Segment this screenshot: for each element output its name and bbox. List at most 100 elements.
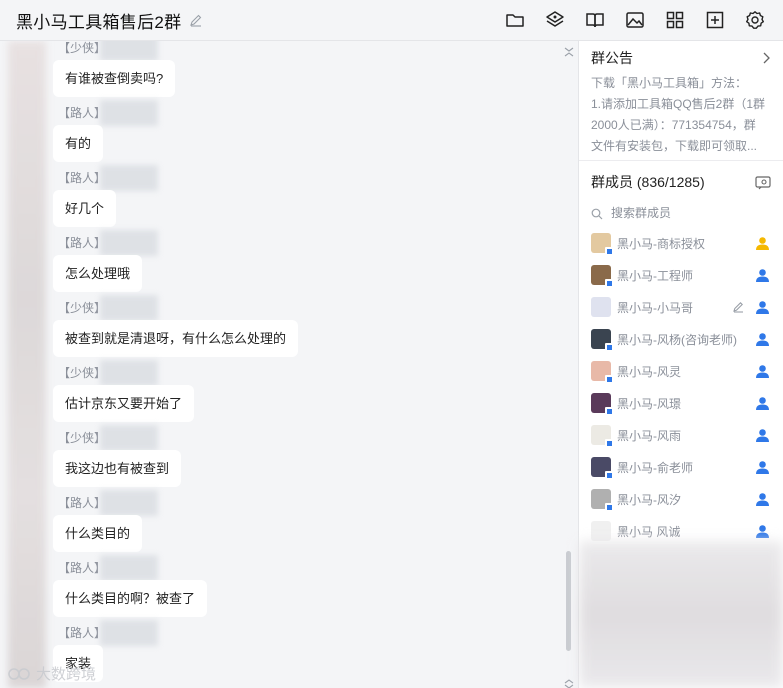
avatar <box>591 265 613 287</box>
sender-name: 【少侠】 <box>58 431 107 445</box>
search-input[interactable] <box>611 206 761 220</box>
admin-icon <box>756 397 769 410</box>
device-badge-icon <box>605 279 613 287</box>
member-search <box>579 199 783 227</box>
folder-icon[interactable] <box>505 10 525 30</box>
member-name: 黑小马-小马哥 <box>617 300 693 315</box>
message-bubble[interactable]: 什么类目的 <box>53 515 143 552</box>
device-badge-icon <box>605 343 613 351</box>
sidebar: 群公告 下载「黑小马工具箱」方法： 1.请添加工具箱QQ售后2群（1群 2000… <box>578 41 783 688</box>
chat-scrollbar[interactable] <box>566 551 571 651</box>
sender-name: 【路人】 <box>58 236 107 250</box>
message-bubble[interactable]: 什么类目的啊？被查了 <box>53 580 208 617</box>
redacted-name <box>100 490 158 516</box>
sender-name: 【路人】 <box>58 561 107 575</box>
group-title: 黑小马工具箱售后2群 <box>16 12 182 32</box>
toolbar <box>505 10 765 30</box>
collapse-icon[interactable] <box>563 44 575 57</box>
redacted-name <box>100 230 158 256</box>
add-icon[interactable] <box>705 10 725 30</box>
member-row[interactable]: 黑小马-商标授权 <box>579 227 783 259</box>
member-name: 黑小马-风杨(咨询老师) <box>617 332 737 347</box>
message: 【少侠】 被查到就是清退呀，有什么怎么处理的 <box>0 295 560 366</box>
notice-title: 群公告 <box>591 50 633 66</box>
message-bubble[interactable]: 怎么处理哦 <box>53 255 143 292</box>
edit-title-icon[interactable] <box>189 13 203 27</box>
members-header: 群成员 (836/1285) <box>579 165 783 199</box>
settings-icon[interactable] <box>745 10 765 30</box>
avatar <box>591 425 613 447</box>
watermark: 大数跨境 <box>8 663 96 684</box>
notice-line: 1.请添加工具箱QQ售后2群（1群 <box>591 97 766 111</box>
message: 【路人】 好几个 <box>0 165 560 236</box>
message-bubble[interactable]: 有的 <box>53 125 104 162</box>
member-name: 黑小马-风灵 <box>617 364 681 379</box>
apps-icon[interactable] <box>665 10 685 30</box>
member-row[interactable]: 黑小马-风璟 <box>579 387 783 419</box>
message-bubble[interactable]: 我这边也有被查到 <box>53 450 182 487</box>
admin-icon <box>756 461 769 474</box>
sender-name: 【路人】 <box>58 496 107 510</box>
member-name: 黑小马-俞老师 <box>617 460 693 475</box>
avatar <box>591 393 613 415</box>
group-notice[interactable]: 群公告 下载「黑小马工具箱」方法： 1.请添加工具箱QQ售后2群（1群 2000… <box>579 41 783 161</box>
admin-icon <box>756 493 769 506</box>
sender-name: 【少侠】 <box>58 301 107 315</box>
edit-icon[interactable] <box>732 300 745 313</box>
member-manage-icon[interactable] <box>755 176 771 190</box>
sender-name: 【路人】 <box>58 626 107 640</box>
members-title: 群成员 (836/1285) <box>591 174 705 190</box>
message-bubble[interactable]: 有谁被查倒卖吗? <box>53 60 176 97</box>
chevron-right-icon[interactable] <box>761 51 771 64</box>
share-icon[interactable] <box>545 10 565 30</box>
avatar <box>591 297 611 317</box>
message: 【路人】 怎么处理哦 <box>0 230 560 301</box>
avatar <box>591 361 613 383</box>
notice-line: 下载「黑小马工具箱」方法： <box>591 76 748 90</box>
book-icon[interactable] <box>585 10 605 30</box>
member-name: 黑小马-风璟 <box>617 396 681 411</box>
member-row[interactable]: 黑小马-风汐 <box>579 483 783 515</box>
member-name: 黑小马-商标授权 <box>617 236 705 251</box>
redacted-name <box>100 100 158 126</box>
message-bubble[interactable]: 被查到就是清退呀，有什么怎么处理的 <box>53 320 299 357</box>
expand-icon[interactable] <box>563 676 575 688</box>
admin-icon <box>756 365 769 378</box>
redacted-name <box>100 425 158 451</box>
avatar <box>591 489 613 511</box>
sender-name: 【路人】 <box>58 106 107 120</box>
admin-icon <box>756 333 769 346</box>
device-badge-icon <box>605 407 613 415</box>
message: 【少侠】 我这边也有被查到 <box>0 425 560 496</box>
device-badge-icon <box>605 375 613 383</box>
message: 【少侠】 估计京东又要开始了 <box>0 360 560 431</box>
admin-icon <box>756 525 769 538</box>
member-row[interactable]: 黑小马-小马哥 <box>579 291 783 323</box>
member-row[interactable]: 黑小马-风雨 <box>579 419 783 451</box>
member-row[interactable]: 黑小马-风杨(咨询老师) <box>579 323 783 355</box>
message-bubble[interactable]: 好几个 <box>53 190 117 227</box>
message: 【少侠】 有谁被查倒卖吗? <box>0 41 560 106</box>
watermark-logo-icon <box>8 667 30 680</box>
member-name: 黑小马-工程师 <box>617 268 693 283</box>
device-badge-icon <box>605 439 613 447</box>
message-bubble[interactable]: 估计京东又要开始了 <box>53 385 195 422</box>
watermark-text: 大数跨境 <box>36 666 97 683</box>
member-row[interactable]: 黑小马-俞老师 <box>579 451 783 483</box>
device-badge-icon <box>605 471 613 479</box>
redacted-name <box>100 360 158 386</box>
avatar <box>591 233 613 255</box>
owner-icon <box>756 237 769 250</box>
redacted-name <box>100 165 158 191</box>
member-list: 黑小马-商标授权 黑小马-工程师 黑小马-小马哥黑小马-风杨(咨询老师) 黑小马-风灵… <box>579 227 783 547</box>
member-name: 黑小马-风雨 <box>617 428 681 443</box>
member-row[interactable]: 黑小马-风灵 <box>579 355 783 387</box>
member-row[interactable]: 黑小马-工程师 <box>579 259 783 291</box>
redacted-area <box>579 541 783 688</box>
redacted-name <box>100 41 158 61</box>
image-icon[interactable] <box>625 10 645 30</box>
sender-name: 【路人】 <box>58 171 107 185</box>
chat-panel[interactable]: 【少侠】 有谁被查倒卖吗? 【路人】 有的 【路人】 好几个 【路人】 怎么处理… <box>0 41 578 688</box>
notice-body: 下载「黑小马工具箱」方法： 1.请添加工具箱QQ售后2群（1群 2000人已满）… <box>591 73 771 157</box>
device-badge-icon <box>605 503 613 511</box>
